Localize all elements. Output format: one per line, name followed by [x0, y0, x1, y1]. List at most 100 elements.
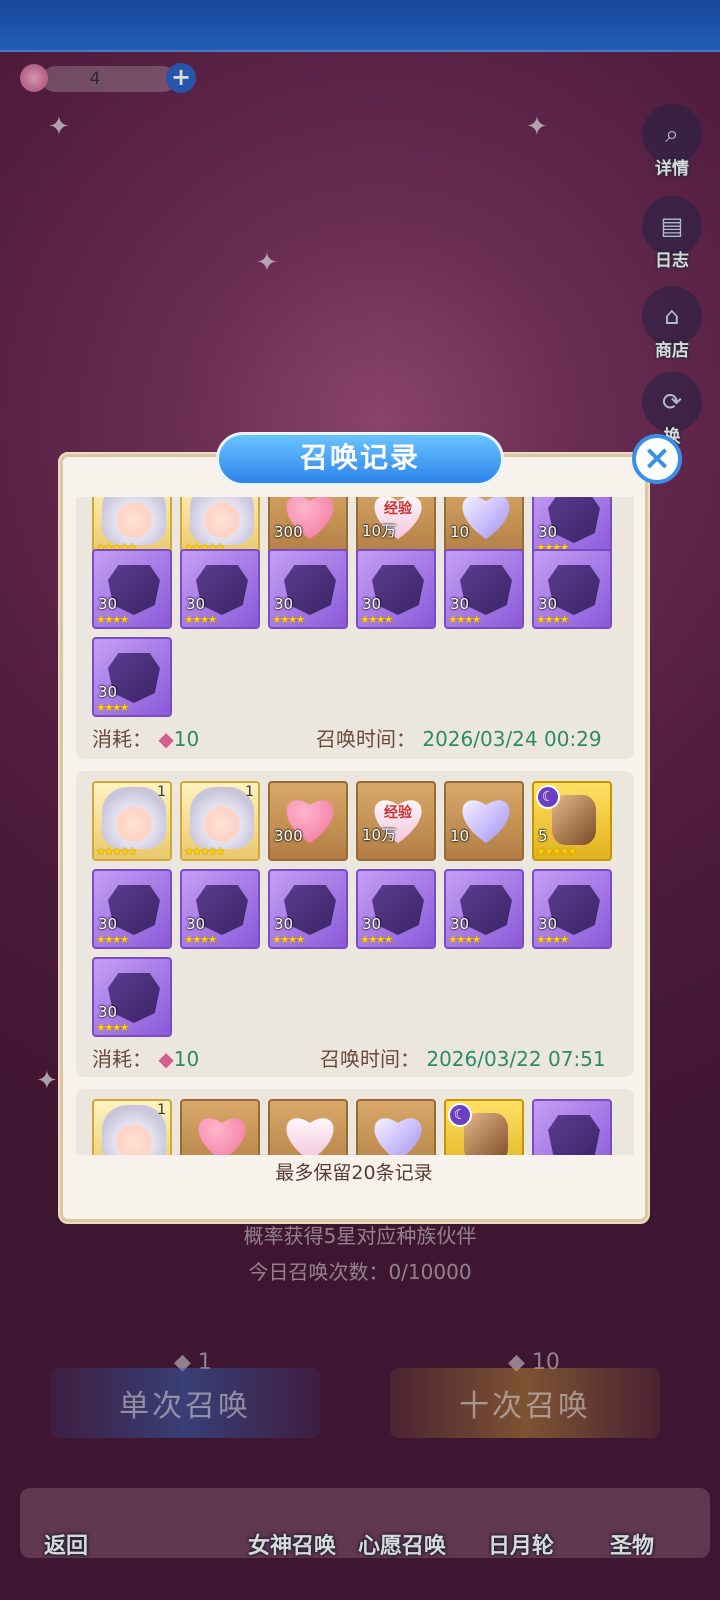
reward-shard[interactable]: 30 ★★★★ [444, 549, 524, 629]
reward-shard[interactable]: 30 ★★★★ [92, 549, 172, 629]
reward-shard[interactable]: 30 ★★★★ [268, 549, 348, 629]
reward-shard[interactable]: 30 ★★★★ [444, 869, 524, 949]
reward-crystal-heart[interactable]: 10 [444, 497, 524, 557]
reward-character[interactable]: 1 ★★★★★ [180, 781, 260, 861]
crystal-heart-icon [370, 1111, 426, 1155]
star-rating: ★★★★ [96, 701, 129, 714]
star-rating: ★★★★ [536, 933, 569, 946]
star-rating: ★★★★ [96, 613, 129, 626]
item-quantity: 30 [274, 595, 294, 613]
reward-stone[interactable]: ☾ 5 ★★★★★ [532, 781, 612, 861]
star-rating: ★★★★ [360, 613, 393, 626]
star-rating: ★★★★ [360, 933, 393, 946]
record-card: 1 ☾ [76, 1089, 634, 1155]
star-rating: ★★★★ [448, 933, 481, 946]
reward-exp[interactable]: 经验 10万 [356, 781, 436, 861]
star-rating: ★★★★ [536, 613, 569, 626]
reward-shard[interactable]: 30 ★★★★ [92, 637, 172, 717]
item-quantity: 300 [274, 523, 303, 541]
item-level: 1 [157, 784, 166, 800]
item-quantity: 30 [186, 915, 206, 933]
item-quantity: 30 [98, 1003, 118, 1021]
item-quantity: 10万 [362, 522, 397, 540]
record-time: 召唤时间： 2026/03/24 00:29 [316, 723, 602, 752]
time-value: 2026/03/24 00:29 [422, 727, 602, 751]
reward-exp[interactable]: 经验 10万 [356, 497, 436, 557]
star-rating: ★★★★ [96, 933, 129, 946]
reward-shard[interactable]: 30 ★★★★ [356, 869, 436, 949]
item-quantity: 30 [362, 595, 382, 613]
item-quantity: 30 [450, 915, 470, 933]
star-rating: ★★★★ [272, 933, 305, 946]
star-rating: ★★★★ [184, 613, 217, 626]
item-level: 1 [157, 1102, 166, 1118]
reward-crystal-heart[interactable]: 10 [444, 781, 524, 861]
reward-crystal-heart[interactable] [356, 1099, 436, 1155]
star-rating: ★★★★★ [184, 845, 225, 858]
reward-stone[interactable]: ☾ [444, 1099, 524, 1155]
reward-character[interactable]: 1 ★★★★★ [92, 781, 172, 861]
reward-character[interactable]: ★★★★★ [180, 497, 260, 557]
item-quantity: 10 [450, 827, 470, 845]
item-level: 1 [245, 784, 254, 800]
item-quantity: 30 [538, 523, 558, 541]
record-list[interactable]: ★★★★★ ★★★★★ 300 经验 10万 10 30 ★★★★ 30 ★★★★ 3… [72, 497, 638, 1155]
cost-value: 10 [173, 727, 200, 751]
time-value: 2026/03/22 07:51 [426, 1047, 606, 1071]
item-quantity: 10 [450, 523, 470, 541]
time-label: 召唤时间： [316, 727, 416, 751]
item-quantity: 30 [538, 915, 558, 933]
moon-icon: ☾ [536, 785, 560, 809]
item-quantity: 10万 [362, 826, 397, 844]
reward-character[interactable]: ★★★★★ [92, 497, 172, 557]
reward-exp[interactable] [268, 1099, 348, 1155]
item-quantity: 30 [98, 595, 118, 613]
character-portrait [102, 497, 166, 545]
exp-heart-icon [282, 1111, 338, 1155]
wish-gem-icon: ◆ [158, 727, 174, 751]
item-quantity: 30 [186, 595, 206, 613]
wish-gem-icon: ◆ [158, 1047, 174, 1071]
cost-value: 10 [173, 1047, 200, 1071]
shard-icon [548, 1115, 600, 1155]
item-quantity: 30 [538, 595, 558, 613]
reward-shard[interactable]: 30 ★★★★ [180, 869, 260, 949]
item-quantity: 30 [274, 915, 294, 933]
close-button[interactable]: × [632, 434, 682, 484]
reward-shard[interactable]: 30 ★★★★ [532, 549, 612, 629]
reward-heart[interactable] [180, 1099, 260, 1155]
star-rating: ★★★★★ [96, 845, 137, 858]
record-cost: 消耗： ◆10 [92, 1043, 199, 1072]
reward-heart[interactable]: 300 [268, 497, 348, 557]
modal-title: 召唤记录 [216, 432, 504, 486]
reward-shard[interactable]: 30 ★★★★ [356, 549, 436, 629]
reward-character[interactable]: 1 [92, 1099, 172, 1155]
record-card: ★★★★★ ★★★★★ 300 经验 10万 10 30 ★★★★ 30 ★★★★ 3… [76, 497, 634, 759]
reward-shard[interactable]: 30 ★★★★ [532, 497, 612, 557]
record-time: 召唤时间： 2026/03/22 07:51 [320, 1043, 606, 1072]
item-quantity: 30 [98, 915, 118, 933]
character-portrait [190, 497, 254, 545]
heart-icon [194, 1111, 250, 1155]
star-rating: ★★★★ [448, 613, 481, 626]
star-rating: ★★★★ [96, 1021, 129, 1034]
item-quantity: 30 [98, 683, 118, 701]
reward-shard[interactable]: 30 ★★★★ [92, 957, 172, 1037]
reward-shard[interactable]: 30 ★★★★ [532, 869, 612, 949]
reward-heart[interactable]: 300 [268, 781, 348, 861]
cost-label: 消耗： [92, 1047, 152, 1071]
cost-label: 消耗： [92, 727, 152, 751]
reward-shard[interactable]: 30 ★★★★ [180, 549, 260, 629]
reward-shard[interactable] [532, 1099, 612, 1155]
reward-shard[interactable]: 30 ★★★★ [268, 869, 348, 949]
item-quantity: 30 [450, 595, 470, 613]
record-limit-note: 最多保留20条记录 [275, 1162, 433, 1184]
moon-icon: ☾ [448, 1103, 472, 1127]
time-label: 召唤时间： [320, 1047, 420, 1071]
item-quantity: 30 [362, 915, 382, 933]
star-rating: ★★★★★ [536, 845, 577, 858]
reward-shard[interactable]: 30 ★★★★ [92, 869, 172, 949]
record-cost: 消耗： ◆10 [92, 723, 199, 752]
star-rating: ★★★★ [184, 933, 217, 946]
star-rating: ★★★★ [272, 613, 305, 626]
